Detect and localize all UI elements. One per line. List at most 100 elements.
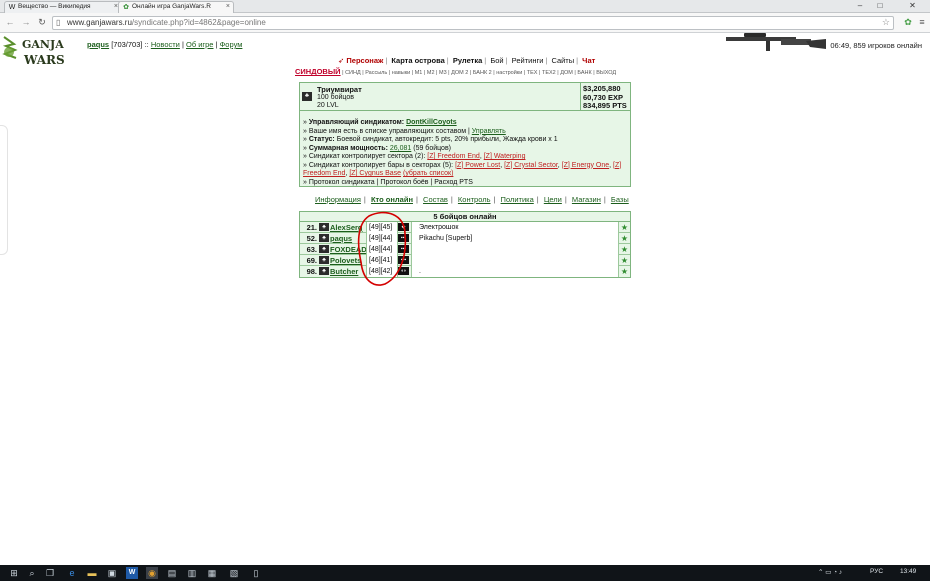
star-icon[interactable]: ★ xyxy=(619,233,630,244)
tab-online[interactable]: Кто онлайн xyxy=(371,195,413,204)
reload-icon[interactable]: ↻ xyxy=(36,16,48,28)
sectors-row: » Синдикат контролирует сектора (2): [Z]… xyxy=(303,153,526,160)
nav-sites[interactable]: Сайты xyxy=(551,56,574,65)
subnav-item[interactable]: ДОМ 2 xyxy=(451,70,468,76)
ganjawars-logo[interactable]: GANJA WARS xyxy=(0,34,68,68)
bar-link[interactable]: [Z] Power Lost xyxy=(455,162,500,169)
subnav-item[interactable]: настройки xyxy=(496,70,522,76)
manager-row: » Управляющий синдикатом: DontKillCoyots xyxy=(303,119,457,126)
subnav-item[interactable]: навыки xyxy=(392,70,410,76)
app-icon[interactable]: ▦ xyxy=(206,567,218,579)
subnav-item[interactable]: БАНК xyxy=(577,70,591,76)
subnav-current[interactable]: СИНДОВЫЙ xyxy=(295,67,341,76)
edge-icon[interactable]: e xyxy=(66,567,78,579)
nav-battle[interactable]: Бой xyxy=(490,56,503,65)
syndicate-emblem-icon: ♣ xyxy=(319,267,329,275)
power-row: » Суммарная мощность: 26,081 (59 бойцов) xyxy=(303,144,451,152)
nav-island-map[interactable]: Карта острова xyxy=(391,56,444,65)
calculator-icon[interactable]: ▯ xyxy=(250,567,262,579)
manager-link[interactable]: DontKillCoyots xyxy=(406,119,457,126)
sector-link[interactable]: [Z] Freedom End xyxy=(427,153,480,160)
forum-link[interactable]: Форум xyxy=(220,40,243,49)
tab-info[interactable]: Информация xyxy=(315,195,361,204)
member-name-link[interactable]: paqus xyxy=(330,233,352,244)
nav-character[interactable]: Персонаж xyxy=(346,56,383,65)
pts-spend-link[interactable]: Расход PTS xyxy=(434,179,473,186)
svg-text:GANJA: GANJA xyxy=(22,38,64,51)
forward-icon[interactable]: → xyxy=(20,16,32,28)
remove-list-link[interactable]: (убрать список) xyxy=(403,170,453,177)
browser-tab-ganjawars[interactable]: ✿ Онлайн игра GanjaWars.R × xyxy=(118,1,234,13)
star-icon[interactable]: ★ xyxy=(619,244,630,255)
side-panel-handle[interactable] xyxy=(0,125,8,255)
bookmark-star-icon[interactable]: ☆ xyxy=(882,16,890,28)
subnav-item[interactable]: Рассыль xyxy=(365,70,387,76)
user-header: paqus [703/703] :: Новости | Об игре | Ф… xyxy=(87,40,243,49)
tab-targets[interactable]: Цели xyxy=(544,195,562,204)
subnav-item[interactable]: М3 xyxy=(439,70,447,76)
browser-tab-wikipedia[interactable]: W Вещество — Википедия × xyxy=(4,1,122,13)
bar-link[interactable]: [Z] Cygnus Base xyxy=(349,170,401,177)
nav-ratings[interactable]: Рейтинги xyxy=(512,56,544,65)
syndicate-level: 20 LVL xyxy=(317,102,339,109)
tab-title: Вещество — Википедия xyxy=(18,3,91,10)
star-icon[interactable]: ★ xyxy=(619,222,630,233)
star-icon[interactable]: ★ xyxy=(619,266,630,277)
table-title: 5 бойцов онлайн xyxy=(300,212,630,222)
star-icon[interactable]: ★ xyxy=(619,255,630,266)
chrome-icon[interactable]: ◉ xyxy=(146,567,158,579)
tab-bases[interactable]: Базы xyxy=(611,195,629,204)
table-row: 21. ♣ AlexSerg [49][45] ◆ Электрошок ★ xyxy=(300,222,630,233)
subnav-item[interactable]: ТЕХ2 xyxy=(542,70,556,76)
manage-link[interactable]: Управлять xyxy=(472,128,506,135)
maximize-icon[interactable]: □ xyxy=(870,0,890,12)
subnav-item[interactable]: ДОМ xyxy=(560,70,573,76)
app-icon[interactable]: ▥ xyxy=(186,567,198,579)
bar-link[interactable]: [Z] Energy One xyxy=(562,162,609,169)
folder-icon[interactable]: ▬ xyxy=(86,567,98,579)
browser-toolbar: ← → ↻ ▯ www.ganjawars.ru/syndicate.php?i… xyxy=(0,13,930,33)
tab-control[interactable]: Контроль xyxy=(458,195,491,204)
syndicate-members: 100 бойцов xyxy=(317,94,354,101)
subnav-item[interactable]: М2 xyxy=(427,70,435,76)
word-icon[interactable]: W xyxy=(126,567,138,579)
about-link[interactable]: Об игре xyxy=(186,40,213,49)
tab-shop[interactable]: Магазин xyxy=(572,195,601,204)
sniper-rifle-image xyxy=(726,33,826,51)
subnav-item[interactable]: ТЕХ xyxy=(527,70,538,76)
protocol-link[interactable]: Протокол синдиката xyxy=(309,179,375,186)
clock[interactable]: 13:49 xyxy=(900,568,916,575)
wikipedia-icon: W xyxy=(8,4,16,11)
address-bar[interactable]: ▯ www.ganjawars.ru/syndicate.php?id=4862… xyxy=(52,16,894,30)
menu-icon[interactable]: ≡ xyxy=(916,16,928,28)
store-icon[interactable]: ▣ xyxy=(106,567,118,579)
battle-protocol-link[interactable]: Протокол боёв xyxy=(380,179,428,186)
close-tab-icon[interactable]: × xyxy=(226,2,230,12)
username-link[interactable]: paqus xyxy=(87,40,109,49)
sub-nav: СИНДОВЫЙ | СИНД | Рассыль | навыки | М1 … xyxy=(295,67,617,76)
tab-roster[interactable]: Состав xyxy=(423,195,448,204)
news-link[interactable]: Новости xyxy=(151,40,180,49)
url-path: /syndicate.php?id=4862&page=online xyxy=(131,18,266,27)
app-icon[interactable]: ▤ xyxy=(166,567,178,579)
subnav-item[interactable]: М1 xyxy=(415,70,423,76)
start-icon[interactable]: ⊞ xyxy=(8,567,20,579)
app-icon[interactable]: ▧ xyxy=(228,567,240,579)
subnav-item[interactable]: ВЫХОД xyxy=(596,70,616,76)
bar-link[interactable]: [Z] Crystal Sector xyxy=(504,162,558,169)
search-icon[interactable]: ⌕ xyxy=(26,567,38,579)
minimize-icon[interactable]: – xyxy=(850,0,870,12)
tray-icons[interactable]: ⌃ ▭ ◔ ♪ xyxy=(818,568,842,576)
language-indicator[interactable]: РУС xyxy=(870,568,883,575)
nav-chat[interactable]: Чат xyxy=(582,56,595,65)
back-icon[interactable]: ← xyxy=(4,16,16,28)
nav-roulette[interactable]: Рулетка xyxy=(453,56,482,65)
extension-icon[interactable]: ✿ xyxy=(902,16,914,28)
subnav-item[interactable]: БАНК 2 xyxy=(473,70,492,76)
tab-politics[interactable]: Политика xyxy=(501,195,534,204)
window-close-icon[interactable]: ✕ xyxy=(895,0,930,12)
power-link[interactable]: 26,081 xyxy=(390,145,411,152)
subnav-item[interactable]: СИНД xyxy=(345,70,361,76)
task-view-icon[interactable]: ❐ xyxy=(44,567,56,579)
sector-link[interactable]: [Z] Waterping xyxy=(484,153,526,160)
